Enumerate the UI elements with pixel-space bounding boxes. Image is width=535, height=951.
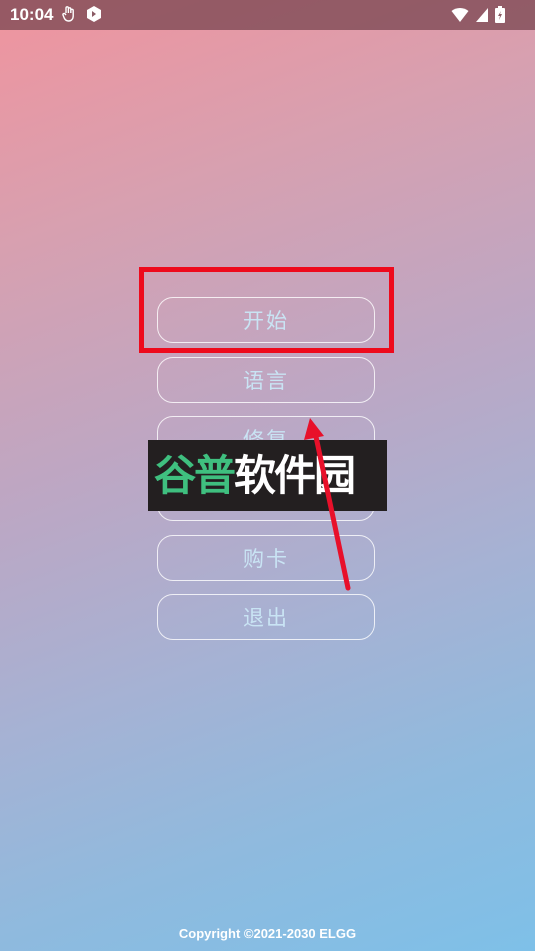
watermark-text-white: 软件园 (234, 450, 356, 500)
exit-button[interactable]: 退出 (157, 594, 375, 640)
buy-card-button[interactable]: 购卡 (157, 535, 375, 581)
status-icons (451, 6, 505, 23)
signal-icon (476, 7, 488, 22)
language-button[interactable]: 语言 (157, 357, 375, 403)
start-button[interactable]: 开始 (157, 297, 375, 343)
copyright-text: Copyright ©2021-2030 ELGG (178, 926, 357, 941)
status-bar: 10:04 (0, 0, 535, 30)
battery-icon (495, 6, 505, 23)
wifi-icon (451, 7, 469, 22)
watermark-text-green: 谷普 (154, 450, 236, 500)
hand-icon (62, 6, 74, 22)
status-time: 10:04 (10, 5, 54, 24)
watermark-logo: 谷普 软件园 (148, 440, 387, 511)
app-icon (87, 6, 101, 22)
